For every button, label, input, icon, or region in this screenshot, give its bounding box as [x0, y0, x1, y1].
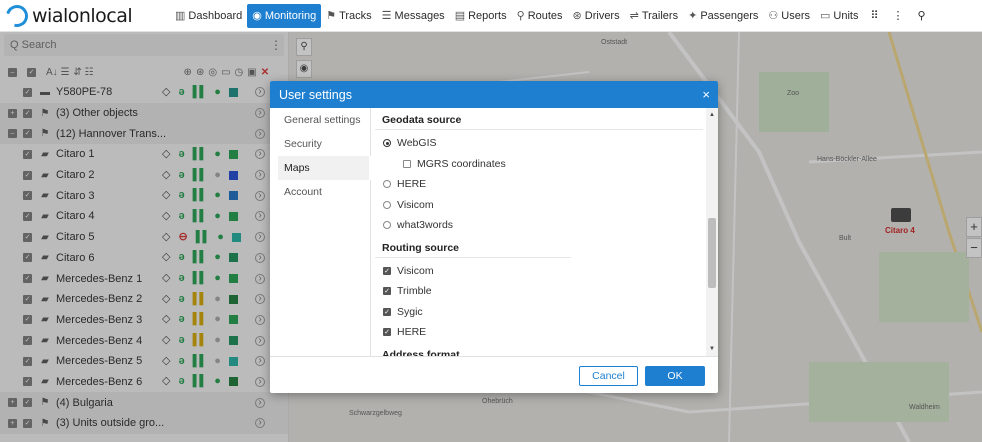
nav-dashboard[interactable]: ▥ Dashboard	[170, 4, 247, 28]
option-label: Visicom	[397, 264, 434, 277]
scroll-thumb[interactable]	[708, 218, 716, 288]
option-label: HERE	[397, 326, 427, 339]
nav-label: Passengers	[700, 9, 759, 22]
checkbox[interactable]	[383, 307, 391, 316]
option-label: WebGIS	[397, 137, 437, 150]
nav-label: Trailers	[641, 9, 679, 22]
globe-icon: ◉	[252, 10, 262, 22]
nav-label: Reports	[468, 9, 507, 22]
nav-passengers[interactable]: ✦ Passengers	[683, 4, 763, 28]
option-label: Trimble	[397, 285, 432, 298]
option-label: what3words	[397, 219, 454, 232]
dialog-header: User settings ×	[270, 81, 718, 108]
geodata-option-visicom[interactable]: Visicom	[375, 195, 703, 216]
units-icon: ▭	[820, 10, 831, 22]
tab-account[interactable]: Account	[278, 180, 370, 204]
geodata-option-what3words[interactable]: what3words	[375, 215, 703, 236]
address-format-title: Address format	[382, 348, 460, 357]
ok-button[interactable]: OK	[645, 366, 705, 386]
nav-routes[interactable]: ⚲ Routes	[512, 4, 568, 28]
option-label: MGRS coordinates	[417, 157, 506, 170]
geodata-option-webgis[interactable]: WebGIS	[375, 133, 703, 154]
routing-option-visicom[interactable]: Visicom	[375, 261, 703, 282]
nav-label: Drivers	[584, 9, 620, 22]
nav-label: Units	[833, 9, 859, 22]
dialog-footer: Cancel OK	[270, 356, 718, 393]
nav-drivers[interactable]: ⊛ Drivers	[568, 4, 625, 28]
steering-wheel-icon: ⊛	[572, 10, 582, 22]
trailer-icon: ⇌	[629, 10, 639, 22]
scroll-up-icon[interactable]: ▲	[708, 112, 716, 118]
nav-label: Users	[781, 9, 811, 22]
nav-reports[interactable]: ▤ Reports	[450, 4, 512, 28]
nav-users[interactable]: ⚇ Users	[763, 4, 815, 28]
tab-general-settings[interactable]: General settings	[278, 108, 370, 132]
radio-button[interactable]	[383, 200, 391, 209]
settings-tabs: General settings Security Maps Account	[278, 108, 371, 356]
dialog-title: User settings	[279, 87, 352, 102]
routes-icon: ⚲	[516, 10, 525, 22]
routing-option-sygic[interactable]: Sygic	[375, 302, 703, 323]
logo-text: wialonlocal	[32, 4, 133, 27]
logo-mark-icon	[1, 0, 33, 31]
geodata-option-here[interactable]: HERE	[375, 174, 703, 195]
radio-button[interactable]	[383, 180, 391, 189]
checkbox[interactable]	[383, 266, 391, 275]
nav-monitoring[interactable]: ◉ Monitoring	[247, 3, 322, 28]
option-label: Sygic	[397, 305, 423, 318]
nav-units[interactable]: ▭ Units	[815, 4, 863, 28]
nav-label: Messages	[394, 9, 445, 22]
flag-icon: ⚑	[326, 10, 337, 22]
more-menu-icon[interactable]: ⋮	[886, 4, 911, 28]
checkbox[interactable]	[403, 159, 411, 168]
logo[interactable]: wialonlocal	[0, 0, 170, 31]
tab-maps[interactable]: Maps	[278, 156, 371, 180]
close-icon[interactable]: ×	[702, 87, 710, 102]
settings-scrollbar[interactable]: ▲ ▼	[706, 108, 718, 356]
routing-source-title: Routing source	[375, 236, 571, 258]
tab-security[interactable]: Security	[278, 132, 370, 156]
mgrs-coordinates-option[interactable]: MGRS coordinates	[375, 154, 703, 175]
radio-button[interactable]	[383, 139, 391, 148]
reports-icon: ▤	[454, 10, 466, 22]
geodata-source-title: Geodata source	[375, 108, 703, 130]
apps-grid-icon[interactable]: ⠿	[863, 4, 885, 28]
cancel-button[interactable]: Cancel	[579, 366, 638, 386]
nav-trailers[interactable]: ⇌ Trailers	[625, 4, 683, 28]
user-settings-dialog: User settings × General settings Security…	[270, 81, 718, 393]
main-nav: ▥ Dashboard ◉ Monitoring ⚑ Tracks ☰ Messages ▤ Re…	[170, 0, 933, 32]
nav-label: Routes	[527, 9, 563, 22]
option-label: Visicom	[397, 198, 434, 211]
nav-label: Dashboard	[188, 9, 243, 22]
top-navigation-bar: wialonlocal ▥ Dashboard ◉ Monitoring ⚑ Tracks…	[0, 0, 982, 32]
messages-icon: ☰	[381, 10, 392, 22]
radio-button[interactable]	[383, 221, 391, 230]
routing-option-here[interactable]: HERE	[375, 322, 703, 343]
routing-option-trimble[interactable]: Trimble	[375, 281, 703, 302]
scroll-down-icon[interactable]: ▼	[708, 346, 716, 352]
nav-label: Monitoring	[264, 9, 317, 22]
checkbox[interactable]	[383, 287, 391, 296]
nav-messages[interactable]: ☰ Messages	[377, 4, 450, 28]
user-icon[interactable]: ⚲	[911, 4, 933, 28]
chart-icon: ▥	[175, 10, 186, 22]
option-label: HERE	[397, 178, 427, 191]
passengers-icon: ✦	[688, 10, 698, 22]
users-icon: ⚇	[768, 10, 779, 22]
checkbox[interactable]	[383, 328, 391, 337]
maps-settings-content: Geodata source WebGIS MGRS coordinates H…	[375, 108, 703, 356]
nav-label: Tracks	[339, 9, 372, 22]
nav-tracks[interactable]: ⚑ Tracks	[321, 4, 376, 28]
